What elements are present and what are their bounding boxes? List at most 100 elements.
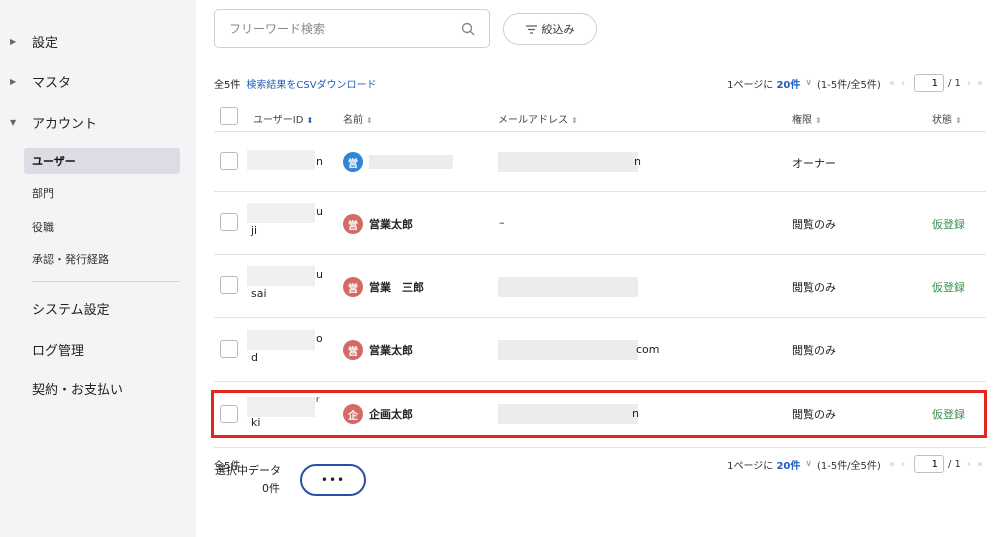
- last-page-icon[interactable]: »: [977, 459, 983, 470]
- avatar: 営: [343, 214, 363, 234]
- sort-icon: ⬍: [306, 116, 314, 125]
- header-name[interactable]: 名前 ⬍: [343, 111, 373, 126]
- sort-icon: ⬍: [366, 116, 373, 125]
- table-row[interactable]: n 営 n オーナー: [214, 132, 986, 192]
- header-label: 状態: [932, 115, 952, 126]
- sidebar-group-settings[interactable]: ▶ 設定: [0, 26, 196, 56]
- result-range: (1-5件/全5件): [816, 79, 881, 91]
- redacted-user-id: [247, 330, 315, 350]
- caret-right-icon: ▶: [10, 36, 17, 46]
- page-number-input[interactable]: [913, 74, 944, 92]
- row-checkbox[interactable]: [220, 276, 238, 294]
- filter-button[interactable]: 絞込み: [503, 13, 597, 45]
- user-id-fragment: ji: [251, 224, 258, 237]
- role-cell: 閲覧のみ: [792, 344, 836, 357]
- sidebar-group-label: アカウント: [32, 116, 98, 132]
- role-cell: オーナー: [792, 157, 836, 170]
- first-page-icon[interactable]: «: [889, 78, 895, 89]
- more-actions-button[interactable]: •••: [300, 464, 366, 496]
- sidebar-item-departments[interactable]: 部門: [24, 180, 180, 206]
- header-label: ユーザーID: [253, 115, 304, 126]
- csv-download-link[interactable]: 検索結果をCSVダウンロード: [246, 76, 376, 91]
- pager-top: 全5件 検索結果をCSVダウンロード 1ページに 20件 ∨ (1-5件/全5件…: [214, 73, 986, 93]
- role-cell: 閲覧のみ: [792, 408, 836, 421]
- redacted-user-id: [247, 397, 315, 417]
- header-role[interactable]: 権限 ⬍: [792, 111, 822, 126]
- user-id-fragment: d: [251, 351, 258, 364]
- row-checkbox[interactable]: [220, 213, 238, 231]
- table-row[interactable]: u ji 営 営業太郎 – 閲覧のみ 仮登録: [214, 192, 986, 255]
- per-page-select[interactable]: 1ページに 20件: [727, 76, 800, 91]
- redacted-email: [498, 340, 638, 360]
- row-checkbox[interactable]: [220, 151, 238, 170]
- sidebar-item-logs[interactable]: ログ管理: [32, 340, 84, 359]
- user-id-fragment: ki: [251, 416, 261, 429]
- header-email[interactable]: メールアドレス ⬍: [498, 111, 578, 126]
- email-fragment: n: [634, 155, 641, 168]
- sidebar-item-system-settings[interactable]: システム設定: [32, 299, 110, 318]
- search-icon[interactable]: [461, 22, 475, 36]
- next-page-icon[interactable]: ›: [967, 78, 971, 89]
- header-label: 権限: [792, 115, 812, 126]
- header-user-id[interactable]: ユーザーID ⬍: [253, 111, 313, 126]
- pager-controls: 1ページに 20件 ∨ (1-5件/全5件) « ‹ / 1 › »: [727, 454, 986, 474]
- per-page-prefix: 1ページに: [727, 460, 774, 472]
- per-page-select[interactable]: 1ページに 20件: [727, 457, 800, 472]
- user-id-fragment: u: [316, 205, 323, 218]
- sort-icon: ⬍: [955, 116, 962, 125]
- row-checkbox[interactable]: [220, 339, 238, 358]
- row-checkbox[interactable]: [220, 404, 238, 423]
- redacted-user-id: [247, 203, 315, 223]
- filter-icon: [525, 24, 537, 34]
- sidebar-item-users[interactable]: ユーザー: [24, 148, 180, 174]
- email-fragment: com: [636, 343, 660, 356]
- caret-down-icon: ▼: [10, 117, 17, 127]
- sidebar-item-billing[interactable]: 契約・お支払い: [32, 379, 123, 398]
- search-input[interactable]: [229, 19, 459, 39]
- header-status[interactable]: 状態 ⬍: [932, 111, 962, 126]
- per-page-prefix: 1ページに: [727, 79, 774, 91]
- table-row[interactable]: o d 営 営業太郎 com 閲覧のみ: [214, 318, 986, 382]
- redacted-email: [498, 404, 638, 424]
- chevron-down-icon[interactable]: ∨: [805, 459, 812, 469]
- email-fragment: n: [632, 407, 639, 420]
- avatar: 営: [343, 340, 363, 360]
- user-id-fragment: n: [316, 155, 323, 168]
- sidebar-group-master[interactable]: ▶ マスタ: [0, 66, 196, 96]
- prev-page-icon[interactable]: ‹: [901, 78, 905, 89]
- name-cell: 営業太郎: [369, 218, 413, 231]
- user-table: ユーザーID ⬍ 名前 ⬍ メールアドレス ⬍ 権限 ⬍ 状態 ⬍: [214, 102, 986, 132]
- avatar: 営: [343, 277, 363, 297]
- page-number-input[interactable]: [913, 455, 944, 473]
- redacted-user-id: [247, 266, 315, 286]
- page-total: / 1: [947, 77, 961, 89]
- page-total: / 1: [947, 458, 961, 470]
- name-cell: 営業 三郎: [369, 281, 424, 294]
- avatar: 企: [343, 404, 363, 424]
- redacted-email: [498, 277, 638, 297]
- sidebar-group-account[interactable]: ▼ アカウント: [0, 107, 196, 137]
- last-page-icon[interactable]: »: [977, 78, 983, 89]
- select-all-checkbox[interactable]: [220, 107, 238, 125]
- selected-data-count: 0件: [262, 482, 280, 495]
- table-row[interactable]: r ki 企 企画太郎 n 閲覧のみ 仮登録: [214, 382, 986, 448]
- per-page-value: 20件: [776, 460, 801, 472]
- first-page-icon[interactable]: «: [889, 459, 895, 470]
- selected-data-label: 選択中データ: [215, 464, 281, 477]
- next-page-icon[interactable]: ›: [967, 459, 971, 470]
- result-range: (1-5件/全5件): [816, 460, 881, 472]
- header-label: 名前: [343, 115, 363, 126]
- per-page-value: 20件: [776, 79, 801, 91]
- caret-right-icon: ▶: [10, 76, 17, 86]
- email-cell: –: [499, 216, 505, 229]
- table-row[interactable]: u sai 営 営業 三郎 閲覧のみ 仮登録: [214, 255, 986, 318]
- sidebar-item-approval-routes[interactable]: 承認・発行経路: [24, 246, 180, 272]
- sidebar-group-label: マスタ: [32, 75, 72, 91]
- role-cell: 閲覧のみ: [792, 281, 836, 294]
- sidebar-divider: [32, 281, 180, 282]
- sidebar-item-positions[interactable]: 役職: [24, 214, 180, 240]
- prev-page-icon[interactable]: ‹: [901, 459, 905, 470]
- chevron-down-icon[interactable]: ∨: [805, 78, 812, 88]
- redacted-user-id: [247, 150, 315, 170]
- table-header: ユーザーID ⬍ 名前 ⬍ メールアドレス ⬍ 権限 ⬍ 状態 ⬍: [214, 102, 986, 132]
